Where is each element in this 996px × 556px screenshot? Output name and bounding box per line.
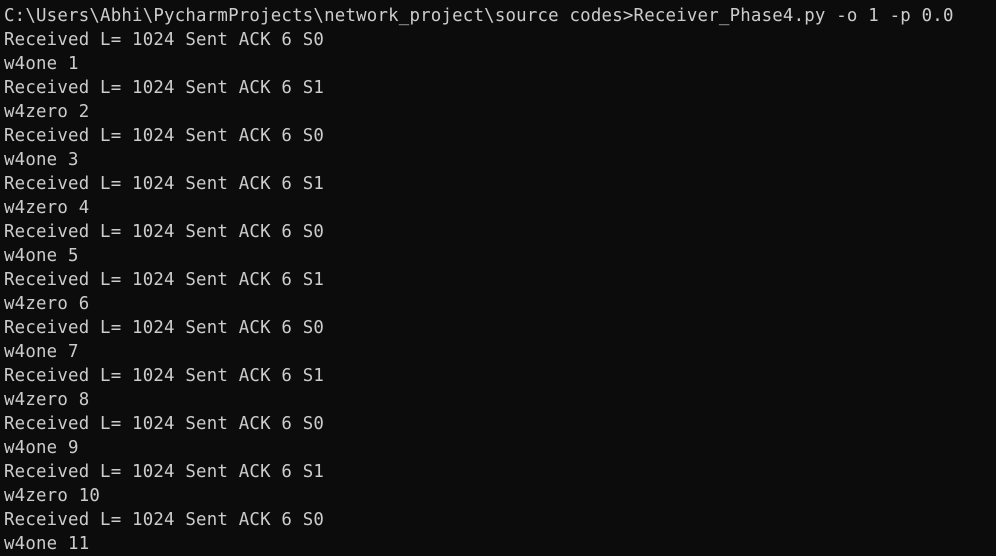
output-line: Received L= 1024 Sent ACK 6 S0: [4, 126, 325, 146]
output-line: Received L= 1024 Sent ACK 6 S0: [4, 30, 325, 50]
output-line: Received L= 1024 Sent ACK 6 S0: [4, 510, 325, 530]
output-line: w4one 3: [4, 150, 79, 170]
output-line: Received L= 1024 Sent ACK 6 S1: [4, 174, 325, 194]
output-line: w4one 9: [4, 438, 79, 458]
output-line: Received L= 1024 Sent ACK 6 S1: [4, 270, 325, 290]
output-line: Received L= 1024 Sent ACK 6 S0: [4, 222, 325, 242]
output-line: w4one 5: [4, 246, 79, 266]
output-line: w4zero 6: [4, 294, 90, 314]
output-line: w4zero 4: [4, 198, 90, 218]
output-line: Received L= 1024 Sent ACK 6 S1: [4, 78, 325, 98]
output-line: w4one 1: [4, 54, 79, 74]
output-line: Received L= 1024 Sent ACK 6 S1: [4, 366, 325, 386]
output-line: w4zero 8: [4, 390, 90, 410]
output-line: Received L= 1024 Sent ACK 6 S0: [4, 318, 325, 338]
output-line: Received L= 1024 Sent ACK 6 S0: [4, 414, 325, 434]
terminal-output[interactable]: C:\Users\Abhi\PycharmProjects\network_pr…: [0, 0, 996, 556]
output-line: Received L= 1024 Sent ACK 6 S1: [4, 462, 325, 482]
output-line: w4zero 10: [4, 486, 101, 506]
output-line: w4one 7: [4, 342, 79, 362]
command-prompt-line: C:\Users\Abhi\PycharmProjects\network_pr…: [4, 6, 954, 26]
output-line: w4one 11: [4, 534, 90, 554]
output-line: w4zero 2: [4, 102, 90, 122]
